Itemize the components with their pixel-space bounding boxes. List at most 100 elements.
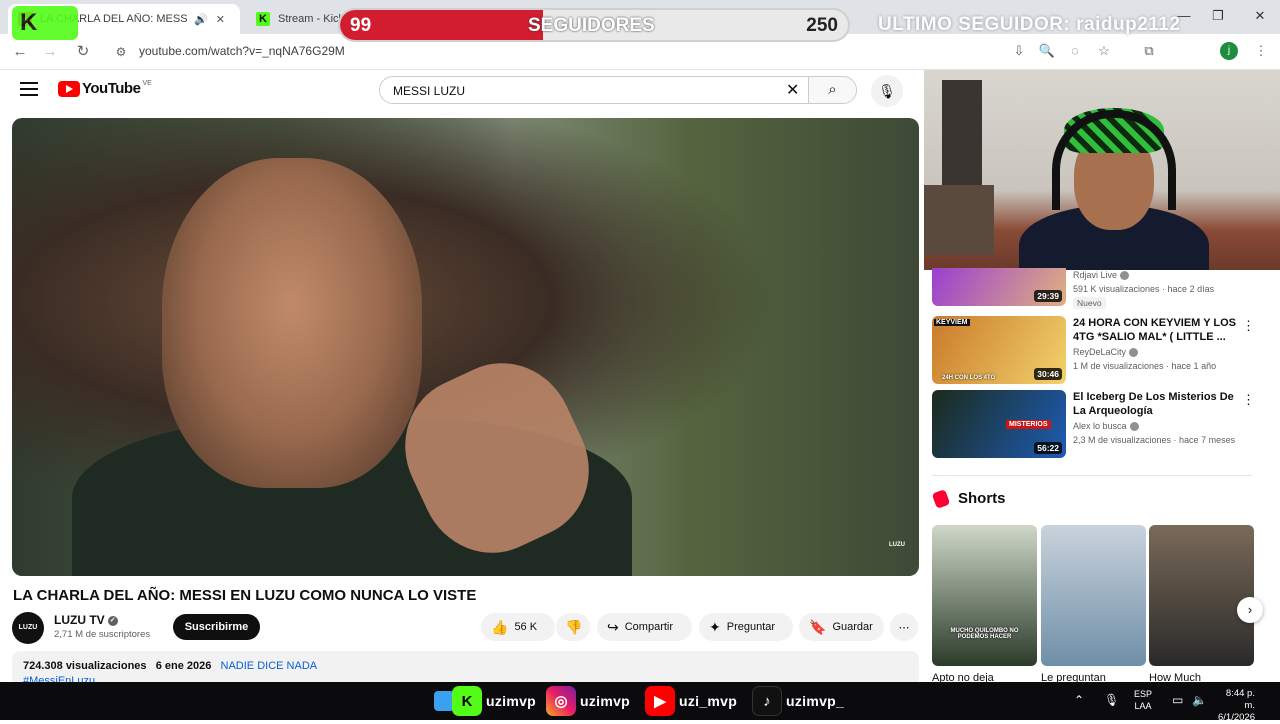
clock-time: 8:44 p. m. [1225,688,1255,711]
eye-off-icon[interactable]: ◌ [1066,42,1084,60]
social-instagram: ◎ uzimvp [546,686,630,716]
voice-search-icon[interactable]: 🎙 [871,75,903,107]
language-bottom: LAA [1134,701,1152,711]
taskbar: K uzimvp ◎ uzimvp ▶ uzi_mvp ♪ uzimvp_ ⌃ … [0,682,1280,723]
recommendation-meta: 2,3 M de visualizaciones · hace 7 meses [1073,435,1236,445]
zoom-icon[interactable]: 🔍 [1038,42,1056,60]
recommendation-thumbnail[interactable]: 29:39 [932,268,1066,306]
thumbs-down-icon: 👎 [565,618,583,635]
volume-icon[interactable]: 🔈 [1192,693,1207,707]
upload-date: 6 ene 2026 [155,660,212,672]
channel-text[interactable]: ReyDeLaCity [1073,347,1126,357]
bookmark-star-icon[interactable]: ☆ [1095,42,1113,60]
youtube-logo-icon: ▶ [645,686,675,716]
section-divider [932,475,1252,476]
recommendation-channel: Rdjavi Live [1073,270,1130,281]
chevron-up-icon[interactable]: ⌃ [1074,693,1084,707]
recommendation-thumbnail[interactable]: MISTERIOS 56:22 [932,390,1066,458]
network-icon[interactable]: ▭ [1172,693,1183,707]
clear-search-icon[interactable]: ✕ [786,80,799,100]
search-box[interactable]: MESSI LUZU ✕ ⌕ [379,76,857,104]
tab-close-icon[interactable]: ✕ [216,13,225,26]
shorts-icon [931,488,951,509]
more-horizontal-icon: ⋯ [898,621,910,634]
restore-button[interactable]: ❐ [1208,8,1228,24]
language-indicator[interactable]: ESP LAA [1134,688,1152,712]
short-thumbnail[interactable] [1041,525,1146,666]
install-app-icon[interactable]: ⇩ [1010,42,1028,60]
recommendation-item[interactable]: MISTERIOS 56:22 El Iceberg De Los Mister… [932,390,1262,458]
thumbnail-text: KEYVIEM [934,319,970,326]
search-button[interactable]: ⌕ [808,77,856,103]
more-actions-button[interactable]: ⋯ [890,613,918,641]
profile-avatar[interactable]: j [1220,42,1238,60]
tab-title: Stream - Kick [278,13,345,25]
video-frame-face [162,158,422,488]
video-player[interactable]: LUZU [12,118,919,576]
shorts-next-arrow-icon[interactable]: › [1237,597,1263,623]
share-label: Compartir [624,621,674,633]
recommendation-channel: ReyDeLaCity [1073,347,1139,358]
channel-text[interactable]: Rdjavi Live [1073,270,1117,280]
thumbnail-caption: 24H CON LOS 4TG [942,375,996,381]
instagram-logo-icon: ◎ [546,686,576,716]
recommendation-thumbnail[interactable]: KEYVIEM 24H CON LOS 4TG 30:46 [932,316,1066,384]
language-top: ESP [1134,689,1153,699]
recommendation-item[interactable]: KEYVIEM 24H CON LOS 4TG 30:46 24 HORA CO… [932,316,1262,384]
view-count: 724.308 visualizaciones [23,660,147,672]
youtube-play-icon [58,80,80,97]
channel-name[interactable]: LUZU TV ✓ [54,613,118,627]
search-input[interactable]: MESSI LUZU [393,84,465,98]
forward-arrow-icon[interactable]: → [40,42,60,62]
short-thumbnail[interactable]: MUCHO QUILOMBO NO PODEMOS HACER [932,525,1037,666]
verified-icon [1120,271,1130,281]
kick-logo-text: K [20,9,38,36]
channel-avatar[interactable]: LUZU [12,612,44,644]
share-icon: ↪ [607,618,619,635]
search-icon: ⌕ [828,81,837,98]
more-vertical-icon[interactable]: ⋮ [1242,392,1255,408]
windows-start-icon[interactable] [434,691,454,711]
close-window-button[interactable]: ✕ [1250,8,1270,24]
verified-icon [1129,422,1139,432]
url-field[interactable]: youtube.com/watch?v=_nqNA76G29M [139,44,345,58]
share-button[interactable]: ↪ Compartir [597,613,692,641]
microphone-icon[interactable]: 🎙 [1104,693,1119,707]
short-thumbnail[interactable] [1149,525,1254,666]
audio-icon[interactable]: 🔊 [194,13,208,26]
youtube-logo-text: YouTube [82,80,141,97]
recommendation-item[interactable]: 29:39 Rdjavi Live 591 K visualizaciones … [932,268,1262,310]
channel-text[interactable]: Alex lo busca [1073,421,1127,431]
ask-button[interactable]: ✦ Preguntar [699,613,793,641]
save-button[interactable]: 🔖 Guardar [799,613,884,641]
recommendation-title[interactable]: El Iceberg De Los Misterios De La Arqueo… [1073,390,1248,418]
ask-label: Preguntar [726,621,776,633]
kick-logo: K [12,6,78,40]
back-arrow-icon[interactable]: ← [10,42,30,62]
social-youtube: ▶ uzi_mvp [645,686,737,716]
like-button[interactable]: 👍 56 K [481,613,555,641]
extensions-icon[interactable]: ⧉ [1140,42,1158,60]
recommendation-title[interactable]: 24 HORA CON KEYVIEM Y LOS 4TG *SALIO MAL… [1073,316,1248,344]
reload-icon[interactable]: ↻ [73,42,93,62]
social-handle: uzimvp_ [786,693,845,709]
last-follower: ULTIMO SEGUIDOR: raidup2112 [878,14,1181,35]
more-vertical-icon[interactable]: ⋮ [1242,318,1255,334]
thumbs-up-icon: 👍 [491,618,509,635]
verified-icon [1129,348,1139,358]
streamer-webcam [924,70,1280,270]
recommendation-meta: 591 K visualizaciones · hace 2 días [1073,284,1215,294]
youtube-logo[interactable]: YouTube VE [58,80,152,97]
site-info-icon[interactable]: ⚙ [111,42,131,62]
dislike-button[interactable]: 👎 [556,613,590,641]
description-tag[interactable]: NADIE DICE NADA [221,660,318,672]
menu-kebab-icon[interactable]: ⋮ [1252,42,1270,60]
menu-icon[interactable] [20,82,38,96]
verified-icon: ✓ [107,615,118,626]
social-handle: uzimvp [486,693,537,709]
duration-badge: 30:46 [1034,368,1062,380]
channel-name-text[interactable]: LUZU TV [54,613,105,627]
clock[interactable]: 8:44 p. m. 6/1/2026 [1218,688,1255,724]
kick-logo-icon: K [452,686,482,716]
subscribe-button[interactable]: Suscribirme [173,614,260,640]
